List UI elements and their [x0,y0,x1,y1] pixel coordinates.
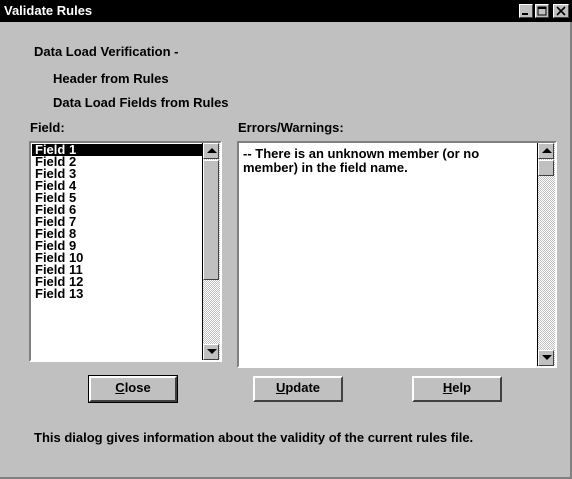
field-scroll-down-button[interactable] [203,344,219,360]
field-list: Field 1 Field 2 Field 3 Field 4 Field 5 Field… [32,143,202,359]
scroll-down-arrow-icon [542,355,552,360]
field-scroll-thumb[interactable] [203,160,219,280]
field-scrollbar[interactable] [202,143,220,360]
errors-warnings-label: Errors/Warnings: [238,120,344,135]
data-load-fields-label: Data Load Fields from Rules [53,95,229,110]
error-message-line: member) in the field name. [243,160,408,175]
update-button-label: pdate [285,380,321,395]
verification-heading: Data Load Verification - [34,44,179,59]
field-list-item[interactable]: Field 13 [32,287,202,300]
help-button[interactable]: Help [412,376,502,402]
close-button[interactable]: Close [88,375,178,403]
update-button[interactable]: Update [253,376,343,402]
field-label: Field: [30,120,65,135]
maximize-button[interactable] [535,4,549,18]
minimize-icon [522,13,528,15]
help-button-label: elp [452,380,472,395]
update-button-accel: U [275,380,286,395]
scroll-up-arrow-icon [207,148,217,153]
field-scroll-up-button[interactable] [203,143,219,159]
scroll-up-arrow-icon [542,148,552,153]
close-window-button[interactable] [553,4,569,18]
field-listbox[interactable]: Field 1 Field 2 Field 3 Field 4 Field 5 Field… [29,141,222,362]
help-button-accel: H [442,380,453,395]
errors-scrollbar[interactable] [537,143,555,366]
errors-scroll-down-button[interactable] [538,350,554,366]
scroll-down-arrow-icon [207,349,217,354]
error-message-line: -- There is an unknown member (or no [243,146,480,161]
close-button-label: lose [124,380,151,395]
errors-scroll-thumb[interactable] [538,160,554,176]
errors-warnings-box[interactable]: -- There is an unknown member (or no mem… [237,141,557,368]
errors-text: -- There is an unknown member (or no mem… [243,147,535,365]
minimize-button[interactable] [519,4,533,18]
maximize-icon [537,6,547,16]
dialog-description: This dialog gives information about the … [34,430,474,445]
title-bar[interactable]: Validate Rules [0,0,572,22]
header-from-rules-label: Header from Rules [53,71,169,86]
validate-rules-dialog: Validate Rules Data Load Verification - … [0,0,572,479]
window-title: Validate Rules [4,3,93,18]
close-icon [556,6,566,16]
close-button-accel: C [115,380,125,395]
errors-scroll-up-button[interactable] [538,143,554,159]
